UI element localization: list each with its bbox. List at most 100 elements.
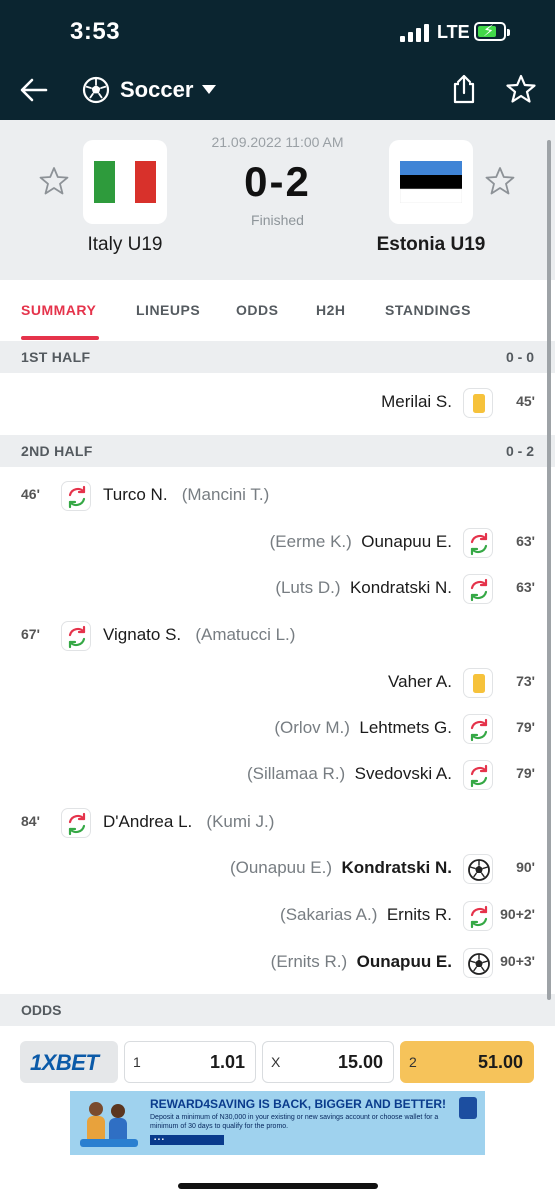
- share-icon[interactable]: [451, 73, 477, 105]
- event-player[interactable]: Merilai S.: [381, 392, 452, 411]
- event-minute: 90+3': [500, 953, 535, 969]
- substitution-icon: [463, 760, 493, 790]
- event-text: Turco N. (Mancini T.): [103, 485, 269, 505]
- arrow-left-icon[interactable]: [18, 74, 50, 106]
- soccer-ball-icon[interactable]: [82, 76, 110, 104]
- people-illustration-icon: [80, 1102, 138, 1147]
- event-row[interactable]: 90+2' (Sakarias A.) Ernits R.: [0, 893, 555, 939]
- bookmaker-name: 1XBET: [30, 1050, 99, 1075]
- event-text: D'Andrea L. (Kumi J.): [103, 812, 274, 832]
- event-assist[interactable]: (Kumi J.): [206, 812, 274, 831]
- section-first-half: 1ST HALF 0 - 0: [0, 341, 555, 373]
- event-text: (Orlov M.) Lehtmets G.: [274, 718, 452, 738]
- event-row[interactable]: 90' (Ounapuu E.) Kondratski N.: [0, 846, 555, 892]
- event-row[interactable]: 79' (Sillamaa R.) Svedovski A.: [0, 752, 555, 798]
- event-row[interactable]: 90+3' (Ernits R.) Ounapuu E.: [0, 940, 555, 986]
- section-odds: ODDS: [0, 994, 555, 1026]
- odd-key: X: [271, 1054, 281, 1070]
- yellow-card-icon: [463, 388, 493, 418]
- event-minute: 79': [516, 765, 535, 781]
- event-assist[interactable]: (Ernits R.): [271, 952, 348, 971]
- event-row[interactable]: 63' (Luts D.) Kondratski N.: [0, 566, 555, 612]
- event-row[interactable]: 45' Merilai S.: [0, 380, 555, 426]
- substitution-icon: [61, 808, 91, 838]
- section-score: 0 - 2: [505, 443, 534, 459]
- event-assist[interactable]: (Amatucci L.): [195, 625, 295, 644]
- event-player[interactable]: Vignato S.: [103, 625, 181, 644]
- scrollbar[interactable]: [547, 140, 551, 1000]
- bookmaker-logo[interactable]: 1XBET: [20, 1041, 118, 1083]
- substitution-icon: [61, 621, 91, 651]
- star-icon[interactable]: [506, 74, 536, 104]
- event-row[interactable]: 63' (Eerme K.) Ounapuu E.: [0, 520, 555, 566]
- event-player[interactable]: Ernits R.: [387, 905, 452, 924]
- favorite-away-star-icon[interactable]: [485, 166, 515, 196]
- section-second-half: 2ND HALF 0 - 2: [0, 435, 555, 467]
- top-bar: 3:53 LTE ⚡ Soccer: [0, 0, 555, 120]
- event-assist[interactable]: (Eerme K.): [270, 532, 352, 551]
- event-minute: 46': [21, 486, 40, 502]
- event-player[interactable]: Svedovski A.: [355, 764, 452, 783]
- tab-h2h[interactable]: H2H: [316, 302, 346, 318]
- banner-text: Deposit a minimum of N30,000 in your exi…: [150, 1114, 439, 1130]
- odd-away[interactable]: 2 51.00: [400, 1041, 534, 1083]
- event-assist[interactable]: (Orlov M.): [274, 718, 350, 737]
- status-time: 3:53: [70, 18, 121, 45]
- ad-banner[interactable]: REWARD4SAVING IS BACK, BIGGER AND BETTER…: [70, 1091, 485, 1155]
- odd-value: 51.00: [477, 1052, 523, 1072]
- event-player[interactable]: Ounapuu E.: [357, 952, 452, 971]
- event-row[interactable]: 67' Vignato S. (Amatucci L.): [0, 613, 555, 659]
- event-text: (Ernits R.) Ounapuu E.: [271, 952, 452, 972]
- event-assist[interactable]: (Ounapuu E.): [230, 858, 332, 877]
- substitution-icon: [61, 481, 91, 511]
- event-assist[interactable]: (Sillamaa R.): [247, 764, 345, 783]
- event-player[interactable]: Vaher A.: [388, 672, 452, 691]
- event-text: (Eerme K.) Ounapuu E.: [270, 532, 452, 552]
- event-row[interactable]: 73' Vaher A.: [0, 660, 555, 706]
- home-indicator[interactable]: [178, 1183, 378, 1189]
- sport-selector[interactable]: Soccer: [120, 77, 193, 103]
- tab-summary[interactable]: SUMMARY: [21, 302, 96, 318]
- event-minute: 63': [516, 579, 535, 595]
- event-assist[interactable]: (Mancini T.): [182, 485, 270, 504]
- odd-key: 2: [409, 1054, 417, 1070]
- event-player[interactable]: Lehtmets G.: [359, 718, 452, 737]
- event-player[interactable]: Turco N.: [103, 485, 168, 504]
- substitution-icon: [463, 528, 493, 558]
- bank-logo-icon: [459, 1097, 477, 1119]
- substitution-icon: [463, 714, 493, 744]
- event-assist[interactable]: (Sakarias A.): [280, 905, 377, 924]
- network-type: LTE: [437, 22, 470, 42]
- soccer-ball-icon: [463, 948, 493, 978]
- yellow-card-icon: [463, 668, 493, 698]
- away-team-name[interactable]: Estonia U19: [346, 234, 516, 256]
- odd-draw[interactable]: X 15.00: [262, 1041, 394, 1083]
- event-player[interactable]: D'Andrea L.: [103, 812, 192, 831]
- event-minute: 90': [516, 859, 535, 875]
- tab-lineups[interactable]: LINEUPS: [136, 302, 200, 318]
- away-team-logo[interactable]: [389, 140, 473, 224]
- event-text: (Sillamaa R.) Svedovski A.: [247, 764, 452, 784]
- odd-home[interactable]: 1 1.01: [124, 1041, 256, 1083]
- section-label: ODDS: [21, 1002, 62, 1018]
- tab-odds[interactable]: ODDS: [236, 302, 278, 318]
- chevron-down-icon[interactable]: [202, 85, 216, 94]
- event-minute: 79': [516, 719, 535, 735]
- event-minute: 63': [516, 533, 535, 549]
- home-team-name[interactable]: Italy U19: [40, 234, 210, 256]
- event-text: (Sakarias A.) Ernits R.: [280, 905, 452, 925]
- odd-value: 1.01: [209, 1052, 245, 1072]
- section-label: 1ST HALF: [21, 349, 91, 365]
- event-player[interactable]: Ounapuu E.: [361, 532, 452, 551]
- event-row[interactable]: 79' (Orlov M.) Lehtmets G.: [0, 706, 555, 752]
- event-player[interactable]: Kondratski N.: [350, 578, 452, 597]
- event-assist[interactable]: (Luts D.): [275, 578, 340, 597]
- event-player[interactable]: Kondratski N.: [341, 858, 452, 877]
- tab-bar: SUMMARY LINEUPS ODDS H2H STANDINGS: [0, 280, 555, 342]
- tab-standings[interactable]: STANDINGS: [385, 302, 471, 318]
- event-minute: 90+2': [500, 906, 535, 922]
- event-row[interactable]: 84' D'Andrea L. (Kumi J.): [0, 800, 555, 846]
- event-row[interactable]: 46' Turco N. (Mancini T.): [0, 473, 555, 519]
- banner-cta[interactable]: ▪ ▪ ▪: [150, 1135, 224, 1145]
- banner-title: REWARD4SAVING IS BACK, BIGGER AND BETTER…: [150, 1097, 447, 1111]
